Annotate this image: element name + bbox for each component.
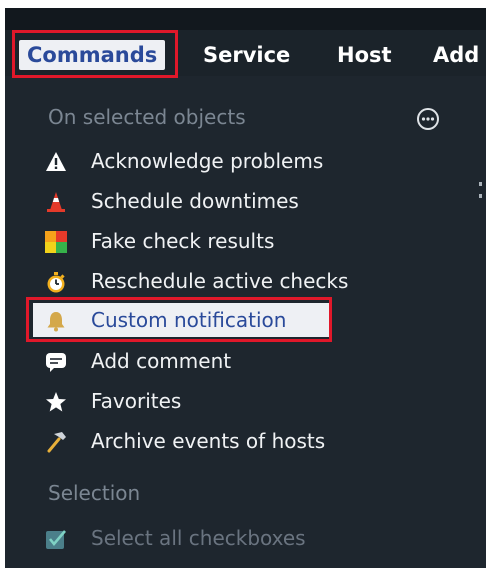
- tab-commands[interactable]: Commands: [19, 40, 166, 70]
- menu-item-label: Select all checkboxes: [91, 526, 306, 550]
- tab-add[interactable]: Add: [433, 40, 479, 70]
- menu-item-label: Schedule downtimes: [91, 189, 299, 213]
- top-strip: [5, 8, 486, 30]
- menu-bar: Commands Service Host Add: [5, 30, 486, 76]
- menu-item-label: Add comment: [91, 349, 232, 373]
- status-squares-icon: [45, 231, 67, 253]
- menu-item-label: Reschedule active checks: [91, 269, 349, 293]
- menu-item-label: Archive events of hosts: [91, 429, 326, 453]
- tab-host[interactable]: Host: [337, 40, 392, 70]
- tab-service[interactable]: Service: [203, 40, 290, 70]
- menu-item-label: Custom notification: [91, 308, 287, 332]
- section-title-selected-objects: On selected objects: [48, 105, 246, 129]
- menu-item-label: Favorites: [91, 389, 182, 413]
- menu-item-custom-notification[interactable]: Custom notification: [33, 303, 329, 337]
- traffic-cone-icon: [45, 191, 67, 213]
- ellipsis-circle-icon[interactable]: [416, 107, 440, 131]
- scroll-edge: [479, 182, 482, 222]
- menu-item-label: Fake check results: [91, 229, 275, 253]
- stopwatch-icon: [45, 271, 67, 293]
- bell-icon: [45, 310, 67, 332]
- commands-dropdown-window: Commands Service Host Add On selected ob…: [5, 8, 486, 568]
- checkbox-icon: [45, 528, 67, 550]
- warning-triangle-icon: [45, 151, 67, 173]
- hammer-icon: [45, 431, 67, 453]
- speech-bubble-icon: [45, 351, 67, 373]
- commands-menu-panel: On selected objects Acknowledge problems: [5, 76, 486, 568]
- menu-item-label: Acknowledge problems: [91, 149, 324, 173]
- section-title-selection: Selection: [48, 481, 141, 505]
- star-icon: [45, 391, 67, 413]
